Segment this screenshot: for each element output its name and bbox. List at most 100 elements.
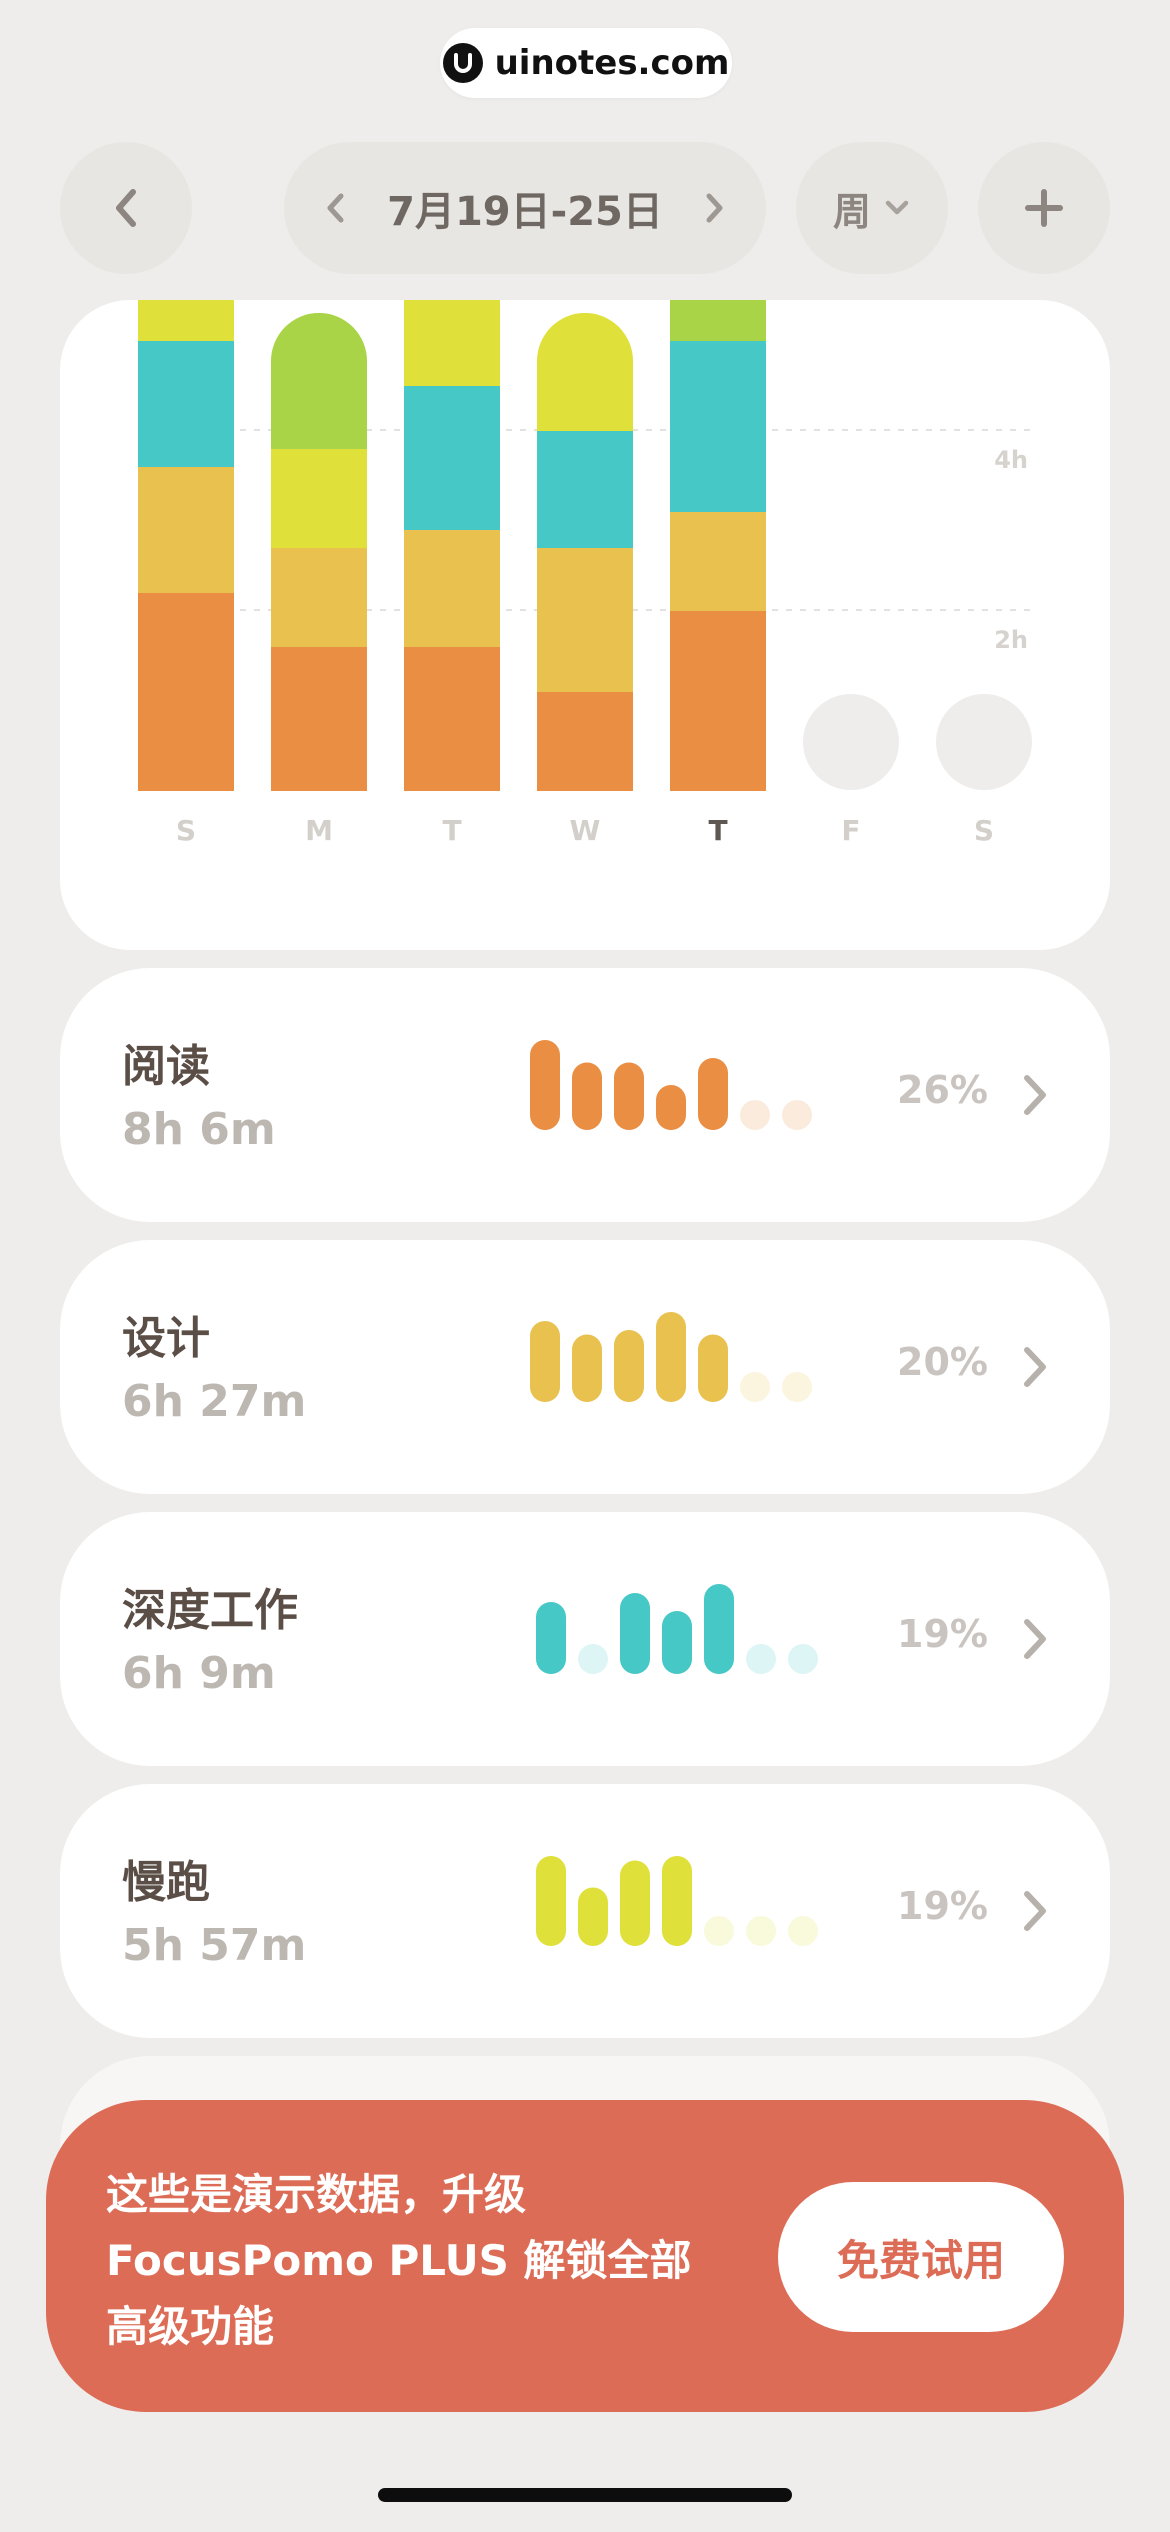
stacked-bar[interactable] xyxy=(138,300,234,791)
bar-segment xyxy=(404,646,500,791)
add-button[interactable] xyxy=(978,142,1110,274)
mini-bar xyxy=(614,1330,644,1402)
day-label: W xyxy=(570,814,601,847)
mini-bar xyxy=(662,1611,692,1674)
stacked-bar[interactable] xyxy=(404,300,500,791)
period-dropdown[interactable]: 周 xyxy=(796,142,948,274)
back-button[interactable] xyxy=(60,142,192,274)
mini-bar xyxy=(530,1040,560,1130)
mini-bar xyxy=(704,1584,734,1674)
promo-line: 高级功能 xyxy=(106,2302,275,2351)
uinotes-logo-icon xyxy=(442,43,483,83)
mini-empty-dot xyxy=(746,1644,776,1674)
mini-empty-dot xyxy=(782,1372,812,1402)
category-total-time: 6h 9m xyxy=(122,1648,276,1699)
next-week-button[interactable] xyxy=(703,191,727,225)
category-total-time: 5h 57m xyxy=(122,1920,307,1971)
mini-bar xyxy=(614,1062,644,1130)
date-range-selector: 7月19日-25日 xyxy=(284,142,766,274)
bar-segment xyxy=(537,313,633,431)
day-label: T xyxy=(442,814,461,847)
bar-segment xyxy=(138,340,234,467)
bar-segment xyxy=(138,592,234,791)
home-indicator[interactable] xyxy=(378,2488,792,2502)
bar-segment xyxy=(537,430,633,548)
category-percent: 19% xyxy=(897,1612,988,1656)
mini-empty-dot xyxy=(788,1916,818,1946)
mini-bar xyxy=(620,1860,650,1946)
upgrade-promo-banner: 这些是演示数据，升级 FocusPomo PLUS 解锁全部 高级功能 免费试用 xyxy=(46,2100,1124,2412)
bar-segment xyxy=(404,529,500,647)
bar-segment xyxy=(404,385,500,530)
y-tick-label: 4h xyxy=(994,446,1028,474)
bar-cap xyxy=(537,313,633,315)
day-label: M xyxy=(305,814,333,847)
free-trial-button[interactable]: 免费试用 xyxy=(778,2182,1064,2332)
category-total-time: 6h 27m xyxy=(122,1376,307,1427)
watermark: uinotes.com xyxy=(440,28,732,98)
watermark-text: uinotes.com xyxy=(494,43,730,83)
mini-bar xyxy=(662,1856,692,1946)
category-mini-chart xyxy=(536,1584,818,1674)
day-label: F xyxy=(841,814,860,847)
category-card-deep-work[interactable]: 深度工作 6h 9m 19% xyxy=(60,1512,1110,1766)
category-card-reading[interactable]: 阅读 8h 6m 26% xyxy=(60,968,1110,1222)
y-tick-label: 2h xyxy=(994,626,1028,654)
plus-icon xyxy=(1025,189,1063,227)
bar-segment xyxy=(670,300,766,341)
category-mini-chart xyxy=(536,1856,818,1946)
stacked-bar[interactable] xyxy=(271,300,367,791)
weekly-stacked-bar-chart: 2h 4h S M T W T F S xyxy=(138,300,1032,847)
mini-bar xyxy=(578,1887,608,1946)
category-name: 设计 xyxy=(122,1313,210,1364)
mini-empty-dot xyxy=(704,1916,734,1946)
chevron-left-icon xyxy=(116,189,136,227)
date-range-label: 7月19日-25日 xyxy=(387,189,663,235)
promo-message: 这些是演示数据，升级 FocusPomo PLUS 解锁全部 高级功能 xyxy=(106,2162,746,2360)
stacked-bar[interactable] xyxy=(670,300,766,791)
mini-bar xyxy=(656,1085,686,1130)
mini-empty-dot xyxy=(746,1916,776,1946)
category-percent: 26% xyxy=(897,1068,988,1112)
bar-cap xyxy=(271,313,367,315)
bar-segment xyxy=(670,340,766,512)
mini-empty-dot xyxy=(782,1100,812,1130)
bar-segment xyxy=(670,511,766,611)
day-label: S xyxy=(974,814,994,847)
bar-segment xyxy=(670,610,766,791)
mini-bar xyxy=(536,1602,566,1674)
weekly-chart-card: 2h 4h S M T W T F S xyxy=(60,300,1110,950)
mini-bar xyxy=(536,1856,566,1946)
previous-week-button[interactable] xyxy=(323,191,347,225)
category-mini-chart xyxy=(530,1312,812,1402)
bar-segment xyxy=(537,547,633,692)
category-card-jogging[interactable]: 慢跑 5h 57m 19% xyxy=(60,1784,1110,2038)
mini-bar xyxy=(620,1593,650,1674)
day-label: S xyxy=(176,814,196,847)
chevron-right-icon xyxy=(1024,1075,1046,1115)
promo-line: 这些是演示数据，升级 xyxy=(106,2170,527,2219)
bar-segment xyxy=(271,313,367,449)
bar-segment xyxy=(271,448,367,548)
bar-segment xyxy=(138,466,234,593)
category-card-design[interactable]: 设计 6h 27m 20% xyxy=(60,1240,1110,1494)
mini-empty-dot xyxy=(788,1644,818,1674)
mini-bar xyxy=(572,1062,602,1130)
promo-line: FocusPomo PLUS 解锁全部 xyxy=(106,2236,692,2285)
category-percent: 20% xyxy=(897,1340,988,1384)
mini-bar xyxy=(530,1321,560,1402)
category-percent: 19% xyxy=(897,1884,988,1928)
category-name: 深度工作 xyxy=(122,1585,298,1636)
mini-empty-dot xyxy=(740,1100,770,1130)
stacked-bar[interactable] xyxy=(537,300,633,791)
chevron-right-icon xyxy=(706,193,723,223)
empty-day-bar xyxy=(803,694,899,790)
bar-segment xyxy=(271,646,367,791)
day-label: T xyxy=(708,814,727,847)
bar-segment xyxy=(138,300,234,341)
bar-segment xyxy=(537,691,633,791)
category-total-time: 8h 6m xyxy=(122,1104,276,1155)
mini-bar xyxy=(656,1312,686,1402)
mini-bar xyxy=(698,1058,728,1130)
chevron-right-icon xyxy=(1024,1619,1046,1659)
